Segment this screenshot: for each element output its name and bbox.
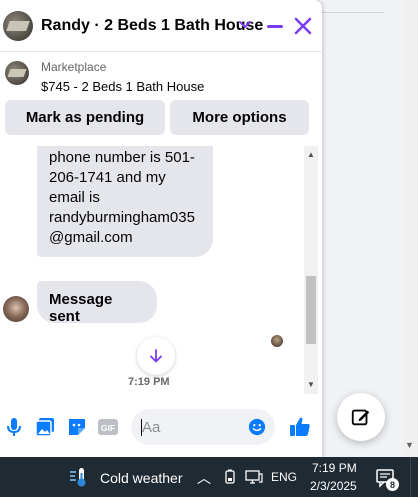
close-icon[interactable] xyxy=(293,16,313,36)
more-options-button[interactable]: More options xyxy=(170,100,309,135)
mark-as-pending-button[interactable]: Mark as pending xyxy=(5,100,165,135)
listing-info[interactable]: Marketplace $745 - 2 Beds 1 Bath House xyxy=(0,52,322,98)
message-bubble[interactable]: get my place built my phone number is 50… xyxy=(37,146,213,257)
listing-title[interactable]: $745 - 2 Beds 1 Bath House xyxy=(41,79,204,94)
message-composer: GIF xyxy=(0,400,322,457)
clock-time[interactable]: 7:19 PM xyxy=(312,461,357,475)
seen-indicator-avatar xyxy=(271,335,283,347)
chat-title[interactable]: Randy · 2 Beds 1 Bath House xyxy=(41,17,263,35)
avatar[interactable] xyxy=(3,11,33,41)
divider xyxy=(322,12,384,13)
page-scrollbar[interactable] xyxy=(403,0,418,457)
listing-thumbnail[interactable] xyxy=(5,61,29,85)
scroll-thumb[interactable] xyxy=(306,276,316,344)
minimize-icon[interactable] xyxy=(266,17,284,35)
notification-count-badge: 8 xyxy=(386,478,399,491)
show-desktop-button[interactable] xyxy=(410,457,418,497)
sticker-icon[interactable] xyxy=(65,415,89,439)
arrow-down-icon xyxy=(150,349,162,363)
emoji-icon[interactable] xyxy=(248,418,266,436)
listing-source: Marketplace xyxy=(41,60,107,74)
scroll-down-arrow[interactable]: ▼ xyxy=(307,380,315,389)
like-icon[interactable] xyxy=(288,415,312,439)
weather-label[interactable]: Cold weather xyxy=(100,470,183,486)
chat-window: Randy · 2 Beds 1 Bath House Marketplace … xyxy=(0,0,322,457)
gif-icon[interactable]: GIF xyxy=(96,415,120,439)
language-indicator[interactable]: ENG xyxy=(271,470,297,484)
page-scroll-down-arrow[interactable]: ▼ xyxy=(405,440,414,450)
battery-icon[interactable] xyxy=(222,469,238,485)
chat-header[interactable]: Randy · 2 Beds 1 Bath House xyxy=(0,0,322,52)
scroll-to-bottom-button[interactable] xyxy=(137,337,175,375)
message-timestamp: 7:19 PM xyxy=(128,376,170,388)
thermometer-icon[interactable] xyxy=(67,466,91,488)
photo-icon[interactable] xyxy=(33,415,57,439)
new-message-button[interactable] xyxy=(337,393,385,441)
message-list[interactable]: get my place built my phone number is 50… xyxy=(0,146,322,394)
taskbar: Cold weather ︿ ENG 7:19 PM 2/3/2025 8 xyxy=(0,457,418,497)
chevron-up-icon[interactable]: ︿ xyxy=(197,468,211,488)
avatar[interactable] xyxy=(3,296,29,322)
gif-label: GIF xyxy=(101,423,115,433)
compose-icon xyxy=(351,409,370,426)
microphone-icon[interactable] xyxy=(2,415,26,439)
chevron-down-icon[interactable] xyxy=(238,18,252,32)
text-caret xyxy=(141,419,142,436)
scroll-up-arrow[interactable]: ▲ xyxy=(307,150,315,159)
network-icon[interactable] xyxy=(245,469,263,485)
message-scrollbar[interactable]: ▲ ▼ xyxy=(304,146,318,394)
message-bubble[interactable]: Message sent xyxy=(37,281,157,325)
clock-date[interactable]: 2/3/2025 xyxy=(310,479,357,493)
